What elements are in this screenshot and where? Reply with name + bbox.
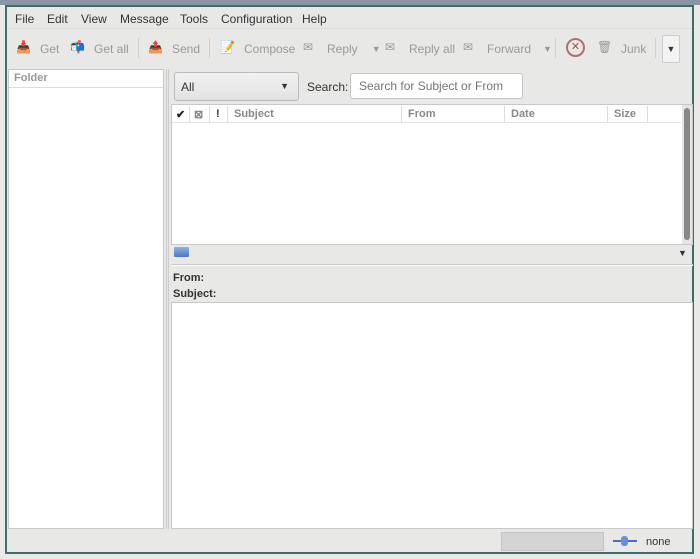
connection-plug-icon	[613, 536, 637, 546]
connection-status: none	[646, 536, 671, 548]
reply-all-icon: ✉	[385, 40, 396, 54]
preview-splitter[interactable]	[171, 264, 693, 266]
column-priority-icon[interactable]: !	[210, 106, 228, 122]
toolbar-overflow-button[interactable]: ▼	[662, 35, 680, 63]
folder-tree[interactable]	[8, 69, 164, 529]
chevron-down-icon[interactable]: ▼	[678, 248, 687, 258]
toolbar-separator	[555, 38, 556, 58]
menu-configuration[interactable]: Configuration	[221, 12, 292, 26]
folder-icon[interactable]	[174, 247, 189, 257]
toolbar-separator	[655, 38, 656, 58]
compose-button[interactable]: 📝 Compose	[220, 40, 295, 58]
junk-button[interactable]: 🗑 Junk	[597, 40, 646, 58]
column-date[interactable]: Date	[505, 106, 608, 122]
column-status-envelope-icon[interactable]: ⊠	[190, 106, 210, 122]
menu-view[interactable]: View	[81, 12, 107, 26]
pane-splitter[interactable]	[166, 69, 169, 529]
junk-icon: 🗑	[597, 40, 613, 54]
forward-dropdown-icon[interactable]: ▼	[543, 44, 552, 54]
column-read-check[interactable]: ✔	[172, 106, 190, 122]
filter-dropdown[interactable]: All ▼	[174, 72, 299, 101]
column-subject[interactable]: Subject	[228, 106, 402, 122]
message-list[interactable]	[171, 104, 693, 245]
filter-selected: All	[181, 80, 195, 94]
reply-button[interactable]: ✉ Reply ▼	[303, 40, 381, 58]
menu-tools[interactable]: Tools	[180, 12, 208, 26]
forward-button[interactable]: ✉ Forward ▼	[463, 40, 552, 58]
search-input[interactable]	[350, 73, 523, 99]
reply-all-button[interactable]: ✉ Reply all	[385, 40, 455, 58]
stop-icon[interactable]: ✕	[566, 38, 585, 57]
chevron-down-icon: ▼	[280, 81, 289, 91]
reply-dropdown-icon[interactable]: ▼	[372, 44, 381, 54]
progress-bar	[501, 532, 604, 551]
subject-label: Subject:	[173, 288, 217, 300]
reply-icon: ✉	[303, 40, 314, 54]
get-button[interactable]: 📥 Get	[16, 40, 59, 58]
from-label: From:	[173, 272, 205, 284]
column-size[interactable]: Size	[608, 106, 648, 122]
menu-help[interactable]: Help	[302, 12, 327, 26]
get-all-button[interactable]: 📬 Get all	[70, 40, 129, 58]
mail-send-icon: 📤	[148, 40, 163, 54]
search-label: Search:	[307, 80, 349, 94]
toolbar-separator	[138, 38, 139, 58]
mail-get-icon: 📥	[16, 40, 31, 54]
scrollbar-track[interactable]	[682, 105, 692, 244]
forward-icon: ✉	[463, 40, 474, 54]
menu-edit[interactable]: Edit	[47, 12, 68, 26]
scrollbar-thumb[interactable]	[684, 108, 690, 240]
toolbar-separator	[209, 38, 210, 58]
menu-message[interactable]: Message	[120, 12, 169, 26]
column-from[interactable]: From	[402, 106, 505, 122]
menu-file[interactable]: File	[15, 12, 34, 26]
send-button[interactable]: 📤 Send	[148, 40, 200, 58]
message-body[interactable]	[171, 302, 693, 529]
mail-get-all-icon: 📬	[70, 40, 85, 54]
folder-column-header[interactable]: Folder	[9, 70, 163, 88]
menu-bar	[8, 8, 692, 29]
compose-icon: 📝	[220, 40, 235, 54]
